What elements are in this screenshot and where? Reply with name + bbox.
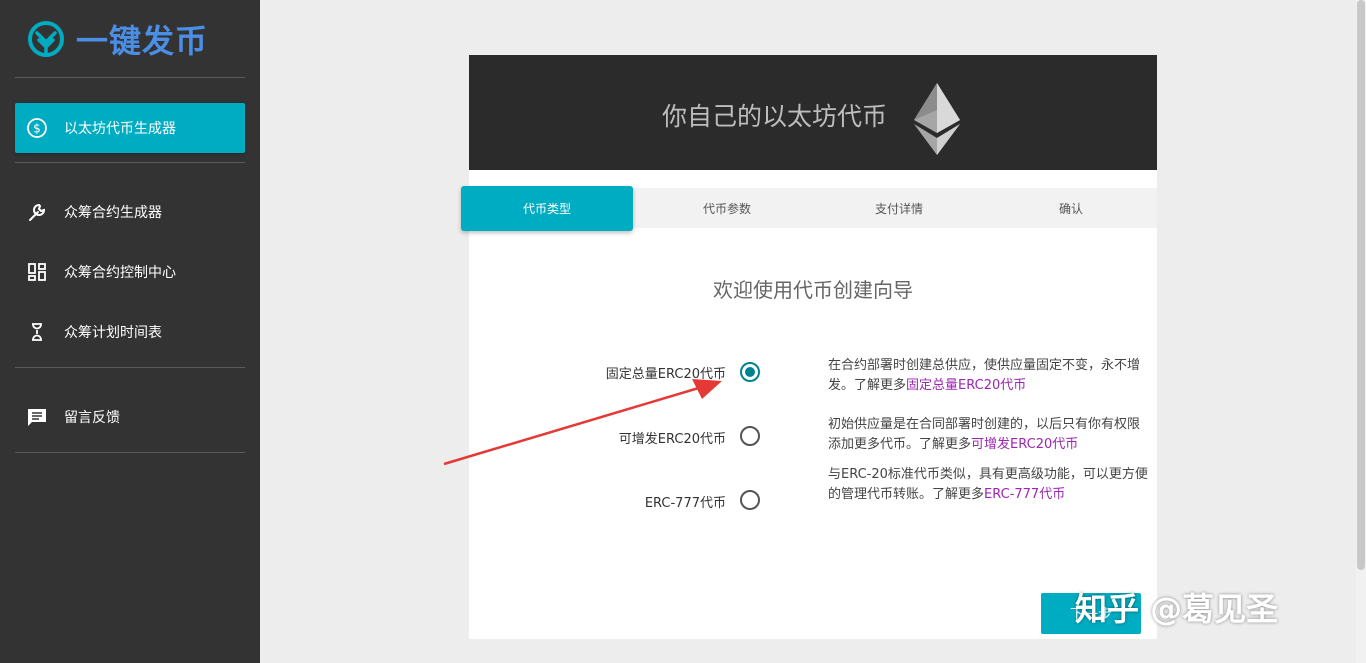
- sidebar-divider: [15, 162, 245, 163]
- watermark: 知乎 @葛见圣: [1075, 590, 1279, 628]
- radio-mintable[interactable]: [740, 426, 760, 446]
- hero-banner: 你自己的以太坊代币: [469, 55, 1157, 170]
- welcome-heading: 欢迎使用代币创建向导: [713, 278, 913, 302]
- dashboard-icon: [25, 260, 49, 284]
- radio-erc777[interactable]: [740, 490, 760, 510]
- sidebar-divider: [15, 77, 245, 78]
- svg-text:$: $: [33, 122, 41, 136]
- sidebar-item-label: 众筹计划时间表: [64, 325, 162, 341]
- tab-label: 代币参数: [702, 201, 751, 216]
- annotation-arrow-icon: [443, 379, 722, 466]
- tab-payment-details[interactable]: 支付详情: [805, 188, 993, 228]
- sidebar: 一键发币 $ 以太坊代币生成器 众筹合约生成器 众筹合约控制中心 众筹计划时间表…: [0, 0, 260, 663]
- wrench-icon: [25, 200, 49, 224]
- sidebar-item-crowdsale-generator[interactable]: 众筹合约生成器: [15, 187, 245, 237]
- tab-token-type[interactable]: 代币类型: [461, 186, 633, 231]
- sidebar-item-label: 众筹合约控制中心: [64, 265, 176, 281]
- dollar-circle-icon: $: [25, 116, 49, 140]
- learn-more-link-erc777[interactable]: ERC-777代币: [984, 487, 1065, 502]
- hero-title: 你自己的以太坊代币: [662, 102, 888, 131]
- brand-name: 一键发币: [76, 22, 209, 60]
- option-desc-fixed-supply: 在合约部署时创建总供应，使供应量固定不变，永不增发。了解更多固定总量ERC20代…: [828, 356, 1148, 396]
- tab-label: 确认: [1058, 201, 1083, 216]
- sidebar-item-crowdsale-dashboard[interactable]: 众筹合约控制中心: [15, 247, 245, 297]
- learn-more-link-mintable[interactable]: 可增发ERC20代币: [971, 437, 1078, 452]
- radio-fixed-supply[interactable]: [740, 362, 760, 382]
- token-wizard-card: 你自己的以太坊代币 代币参数 支付详情 确认 代币类型 欢迎使用代币创建向导 固…: [461, 55, 1157, 639]
- option-desc-erc777: 与ERC-20标准代币类似，具有更高级功能，可以更方便的管理代币转账。了解更多E…: [828, 465, 1148, 505]
- hourglass-icon: [25, 320, 49, 344]
- sidebar-divider: [15, 367, 245, 368]
- message-icon: [25, 405, 49, 429]
- sidebar-divider: [15, 452, 245, 453]
- sidebar-item-feedback[interactable]: 留言反馈: [15, 392, 245, 442]
- wizard-tabs: 代币参数 支付详情 确认 代币类型: [461, 186, 1157, 231]
- brand-logo-icon: [28, 21, 64, 57]
- tab-label: 代币类型: [522, 202, 571, 216]
- sidebar-item-label: 众筹合约生成器: [64, 205, 162, 221]
- tab-label: 支付详情: [874, 201, 923, 216]
- scrollbar-thumb[interactable]: [1357, 0, 1365, 570]
- option-label-erc777[interactable]: ERC-777代币: [645, 492, 726, 511]
- sidebar-item-crowdsale-schedule[interactable]: 众筹计划时间表: [15, 307, 245, 357]
- sidebar-item-label: 以太坊代币生成器: [64, 121, 176, 137]
- brand-logo[interactable]: 一键发币: [26, 18, 208, 60]
- ethereum-logo-icon: [914, 83, 960, 155]
- sidebar-item-token-generator[interactable]: $ 以太坊代币生成器: [15, 103, 245, 153]
- sidebar-item-label: 留言反馈: [64, 410, 120, 426]
- learn-more-link-fixed-supply[interactable]: 固定总量ERC20代币: [906, 378, 1026, 393]
- tab-confirm[interactable]: 确认: [977, 188, 1165, 228]
- tab-token-params[interactable]: 代币参数: [633, 188, 821, 228]
- option-desc-mintable: 初始供应量是在合同部署时创建的，以后只有你有权限添加更多代币。了解更多可增发ER…: [828, 415, 1148, 455]
